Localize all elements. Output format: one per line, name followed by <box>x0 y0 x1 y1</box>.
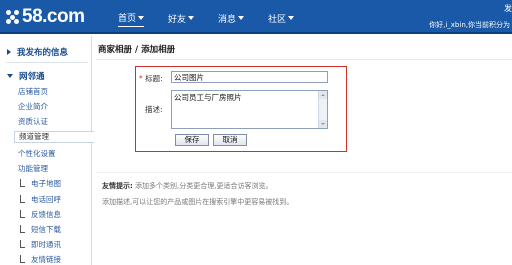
description-textarea[interactable]: 公司员工与厂房照片 <box>171 90 328 129</box>
title-label-text: 标题: <box>145 74 163 83</box>
breadcrumb: 商家相册 / 添加相册 <box>98 43 175 55</box>
save-button[interactable]: 保存 <box>175 134 209 146</box>
header-post-link[interactable]: 发 <box>504 3 512 14</box>
tips-divider <box>96 172 512 173</box>
textarea-scrollbar[interactable] <box>318 91 327 128</box>
nav-community-label: 社区 <box>268 14 287 25</box>
sidebar-sub-sms[interactable]: 短信下载 <box>20 224 61 235</box>
sidebar-sub-label: 友情链接 <box>31 255 61 264</box>
chevron-down-icon <box>238 16 245 20</box>
user-greeting: 你好,i_xbin,你当前积分为 <box>429 21 510 29</box>
sidebar-sub-label: 反馈信息 <box>31 210 61 219</box>
description-text: 公司员工与厂房照片 <box>174 93 242 102</box>
chevron-down-icon <box>288 16 295 20</box>
top-header: 58.com 首页 好友 消息 社区 发 你好,i_xbin,你当前积分为 <box>0 0 512 34</box>
sidebar-sub-label: 即时通讯 <box>31 240 61 249</box>
sidebar-divider <box>6 62 88 63</box>
logo-dots-icon <box>6 10 20 24</box>
tree-branch-icon <box>20 209 25 218</box>
tree-branch-icon <box>20 194 25 203</box>
sidebar-sub-map[interactable]: 电子地图 <box>20 178 61 189</box>
tree-branch-icon <box>20 224 25 233</box>
tree-branch-icon <box>20 178 25 187</box>
scroll-up-icon[interactable] <box>319 91 327 99</box>
chevron-down-icon <box>188 16 195 20</box>
tip-line-2: 添加描述,可以让您的产品或图片在搜索引擎中更容易被找到。 <box>102 198 294 206</box>
tree-branch-icon <box>20 254 25 263</box>
site-logo[interactable]: 58.com <box>6 4 85 30</box>
sidebar-item-qualification[interactable]: 资质认证 <box>18 116 48 127</box>
required-mark: * <box>139 74 143 83</box>
caret-right-icon <box>7 49 11 55</box>
sidebar-item-my-posts[interactable]: 我发布的信息 <box>7 46 68 58</box>
title-label: * 标题: <box>139 73 163 84</box>
logo-text: 58.com <box>22 6 85 27</box>
sidebar-item-label: 我发布的信息 <box>17 48 69 58</box>
sidebar-item-function-manage[interactable]: 功能管理 <box>18 163 48 174</box>
nav-messages-label: 消息 <box>218 14 237 25</box>
nav-friends-label: 好友 <box>168 14 187 25</box>
breadcrumb-current: 添加相册 <box>141 45 176 55</box>
tip-heading: 友情提示: <box>102 182 133 190</box>
sidebar-sub-links[interactable]: 友情链接 <box>20 254 61 265</box>
nav-messages[interactable]: 消息 <box>218 11 245 27</box>
chevron-down-icon <box>138 15 145 20</box>
scroll-down-icon[interactable] <box>319 120 327 128</box>
sidebar-item-wanglintong[interactable]: 网邻通 <box>7 70 45 82</box>
sidebar-sub-label: 短信下载 <box>31 225 61 234</box>
sidebar-sub-feedback[interactable]: 反馈信息 <box>20 209 61 220</box>
main-nav: 首页 好友 消息 社区 <box>118 11 318 27</box>
sidebar-item-personalize[interactable]: 个性化设置 <box>18 148 56 159</box>
sidebar-sub-im[interactable]: 即时通讯 <box>20 239 61 250</box>
sidebar-item-company-intro[interactable]: 企业简介 <box>18 101 48 112</box>
caret-down-icon <box>7 74 13 78</box>
desc-label: 描述: <box>145 105 163 114</box>
tip-text-1: 添加多个类别,分类更合理,更适合访客浏览。 <box>135 182 273 190</box>
sidebar-item-label: 网邻通 <box>19 72 45 82</box>
nav-community[interactable]: 社区 <box>268 11 295 27</box>
sidebar-sub-callback[interactable]: 电话回呼 <box>20 194 61 205</box>
title-input[interactable]: 公司图片 <box>171 71 328 83</box>
tree-branch-icon <box>20 239 25 248</box>
nav-home[interactable]: 首页 <box>118 11 145 27</box>
sidebar-sub-label: 电话回呼 <box>31 195 61 204</box>
sidebar-item-shop-home[interactable]: 店铺首页 <box>18 86 48 97</box>
breadcrumb-section[interactable]: 商家相册 <box>98 45 132 55</box>
sidebar-sub-label: 电子地图 <box>31 179 61 188</box>
nav-friends[interactable]: 好友 <box>168 11 195 27</box>
breadcrumb-separator: / <box>134 45 139 55</box>
tip-line-1: 友情提示: 添加多个类别,分类更合理,更适合访客浏览。 <box>102 181 273 191</box>
cancel-button[interactable]: 取消 <box>213 134 247 146</box>
sidebar-item-channel-manage[interactable]: 频道管理 <box>14 131 94 143</box>
breadcrumb-divider <box>96 59 512 60</box>
nav-home-label: 首页 <box>118 14 137 24</box>
